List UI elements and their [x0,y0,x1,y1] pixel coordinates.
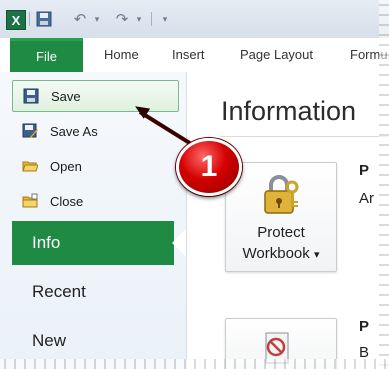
backstage-nav-pane: Save Save As Open Close Info Recent New [0,72,186,369]
open-command-label: Open [50,158,82,174]
selected-pointer-arrow [172,229,186,257]
prepare-heading-fragment: P [359,318,370,335]
qat-redo-dropdown-icon[interactable]: ▾ [134,10,144,28]
protect-workbook-label-line1: Protect [257,224,305,241]
quick-access-toolbar: X ↶ ▾ ↷ ▾ ▾ [0,0,389,39]
qat-redo-icon[interactable]: ↷ [114,10,130,28]
close-command-label: Close [50,193,84,209]
backstage-content-pane: Information Protect Workbook ▾ P Ar P B [186,72,389,369]
nav-recent[interactable]: Recent [12,270,186,314]
chevron-down-icon: ▾ [313,249,320,261]
nav-recent-label: Recent [32,282,86,301]
qat-save-icon[interactable] [35,10,53,28]
tab-home[interactable]: Home [104,38,139,72]
floppy-disk-icon [23,88,39,104]
protect-workbook-label-text: Workbook [242,245,310,262]
title-divider [221,136,389,137]
ribbon-tab-bar: File Home Insert Page Layout Formu [0,38,389,73]
nav-new-label: New [32,331,67,350]
permissions-desc-fragment: Ar [359,190,374,207]
folder-open-icon [22,158,38,174]
save-command-label: Save [51,88,81,104]
qat-separator [29,12,30,26]
excel-backstage-window: X ↶ ▾ ↷ ▾ ▾ File Home Insert Page Layout… [0,0,389,369]
save-command[interactable]: Save [12,80,179,112]
save-as-command-label: Save As [50,123,98,139]
folder-close-icon [22,193,38,209]
qat-undo-icon[interactable]: ↶ [72,10,88,28]
save-as-icon [22,123,38,139]
nav-info-label: Info [32,233,61,252]
close-command[interactable]: Close [12,186,177,216]
open-command[interactable]: Open [12,151,177,181]
tab-insert[interactable]: Insert [172,38,205,72]
protect-workbook-button[interactable]: Protect Workbook ▾ [225,162,337,272]
nav-info[interactable]: Info [12,221,174,265]
qat-customize-icon[interactable]: ▾ [160,10,170,28]
excel-app-icon[interactable]: X [6,10,26,30]
qat-separator [151,12,152,26]
nav-new[interactable]: New [12,319,186,363]
step-number-badge: 1 [176,138,242,196]
tab-page-layout[interactable]: Page Layout [240,38,313,72]
page-title: Information [221,96,357,126]
permissions-heading-fragment: P [359,162,370,179]
lock-key-icon [262,175,300,220]
qat-undo-dropdown-icon[interactable]: ▾ [92,10,102,28]
tab-file[interactable]: File [10,38,83,72]
torn-edge-bottom [0,359,389,369]
torn-edge-right [379,0,389,369]
protect-workbook-label-line2: Workbook ▾ [226,244,336,265]
